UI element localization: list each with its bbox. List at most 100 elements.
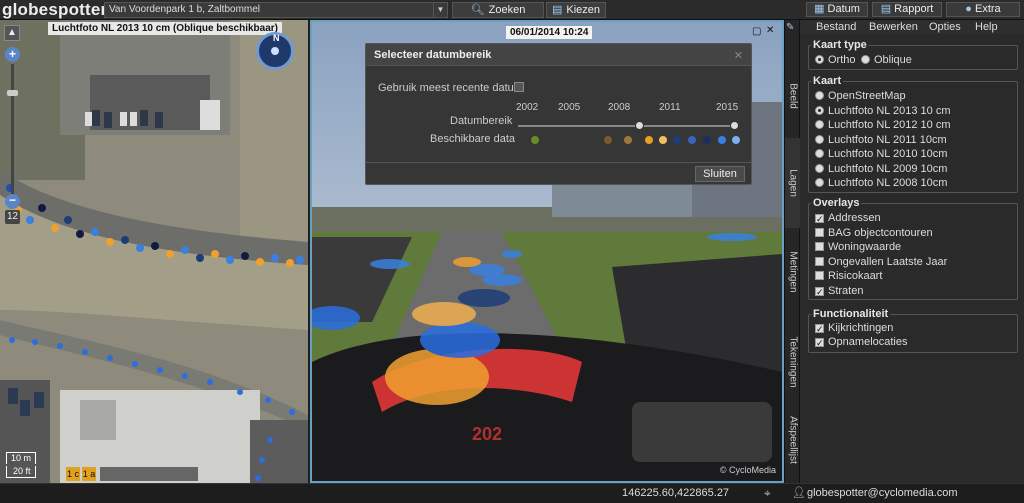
radio-luchtfoto-2011[interactable]: Luchtfoto NL 2011 10cm — [815, 134, 947, 146]
radio-ortho[interactable]: Ortho — [815, 54, 856, 66]
zoom-out-button[interactable]: − — [5, 194, 20, 209]
close-dialog-button[interactable]: Sluiten — [695, 166, 745, 182]
dialog-close-icon[interactable]: ✕ — [734, 49, 743, 62]
year-label-2011: 2011 — [659, 102, 681, 113]
choose-button-label: Kiezen — [566, 4, 601, 16]
menu-bestand[interactable]: Bestand — [816, 21, 856, 33]
scale-bar-metric: 10 m — [6, 452, 36, 464]
dialog-title: Selecteer datumbereik — [366, 44, 751, 66]
func-opnamelocaties[interactable]: ✓ Opnamelocaties — [815, 336, 908, 348]
crosshair-icon[interactable]: ⌖ — [764, 486, 771, 501]
year-label-2005: 2005 — [558, 102, 581, 113]
overlay-ongevallen[interactable]: Ongevallen Laatste Jaar — [815, 256, 947, 268]
zoom-slider-track[interactable] — [11, 64, 14, 204]
overlay-risicokaart[interactable]: Risicokaart — [815, 270, 882, 282]
overlay-straten[interactable]: ✓ Straten — [815, 285, 863, 297]
radio-luchtfoto-2010[interactable]: Luchtfoto NL 2010 10cm — [815, 148, 947, 160]
available-dot — [732, 136, 740, 144]
map-layer-group: Kaart OpenStreetMap Luchtfoto NL 2013 10… — [808, 75, 1018, 193]
tab-beeld[interactable]: Beeld — [785, 56, 801, 136]
map-view[interactable]: Luchtfoto NL 2013 10 cm (Oblique beschik… — [0, 20, 308, 483]
available-dot — [673, 136, 681, 144]
svg-text:202: 202 — [472, 424, 502, 444]
radio-luchtfoto-2013[interactable]: Luchtfoto NL 2013 10 cm — [815, 105, 951, 117]
compass-center — [271, 47, 279, 55]
radio-selected-icon — [815, 55, 824, 64]
status-bar: 146225.60,422865.27 ⌖ 👤︎ globespotter@cy… — [0, 483, 1024, 503]
year-label-2008: 2008 — [608, 102, 631, 113]
year-label-2002: 2002 — [516, 102, 539, 113]
coordinates-readout: 146225.60,422865.27 — [622, 487, 730, 499]
user-icon: 👤︎ — [792, 487, 806, 499]
range-slider-start-handle[interactable] — [635, 121, 644, 130]
radio-luchtfoto-2008[interactable]: Luchtfoto NL 2008 10cm — [815, 177, 947, 189]
overlays-group: Overlays ✓ Addressen BAG objectcontouren … — [808, 197, 1018, 300]
minimize-icon[interactable]: ▢ — [752, 26, 762, 37]
tab-metingen[interactable]: Metingen — [785, 228, 801, 316]
address-value: Van Voordenpark 1 b, Zaltbommel — [109, 4, 261, 15]
available-dot — [659, 136, 667, 144]
available-dot — [624, 136, 632, 144]
use-recent-checkbox[interactable] — [514, 82, 524, 92]
scale-bar-imperial: 20 ft — [6, 466, 36, 478]
report-button[interactable]: ▤ Rapport — [872, 2, 942, 17]
overlay-bag[interactable]: BAG objectcontouren — [815, 227, 933, 239]
range-slider-track[interactable] — [518, 125, 736, 127]
search-button[interactable]: 🔍︎ Zoeken — [452, 2, 544, 18]
choose-icon: ▤ — [551, 4, 563, 16]
available-label: Beschikbare data — [430, 133, 515, 145]
radio-luchtfoto-2012[interactable]: Luchtfoto NL 2012 10 cm — [815, 119, 951, 131]
pan-up-button[interactable]: ▲ — [4, 25, 20, 41]
zoom-level: 12 — [5, 210, 20, 224]
menu-help[interactable]: Help — [975, 21, 998, 33]
map-tools-strip[interactable] — [100, 467, 198, 481]
use-recent-label: Gebruik meest recente datum — [378, 82, 523, 94]
tab-tekeningen[interactable]: Tekeningen — [785, 316, 801, 408]
badge-1a[interactable]: 1 a — [82, 467, 96, 481]
func-kijkrichtingen[interactable]: ✓ Kijkrichtingen — [815, 322, 893, 334]
available-dot — [645, 136, 653, 144]
date-range-dialog: Selecteer datumbereik ✕ Gebruik meest re… — [365, 43, 752, 185]
radio-osm[interactable]: OpenStreetMap — [815, 90, 906, 102]
address-input[interactable]: Van Voordenpark 1 b, Zaltbommel ▼ — [104, 2, 448, 18]
app-logo: globespotter — [2, 0, 108, 19]
dialog-divider — [366, 162, 751, 163]
compass-icon[interactable]: N — [256, 32, 294, 70]
menu-opties[interactable]: Opties — [929, 21, 961, 33]
range-label: Datumbereik — [450, 115, 513, 127]
address-dropdown-icon[interactable]: ▼ — [433, 3, 447, 17]
pin-icon[interactable]: ✎ — [786, 22, 799, 35]
photo-timestamp: 06/01/2014 10:24 — [506, 26, 593, 39]
zoom-in-button[interactable]: + — [5, 47, 20, 62]
overlay-addressen[interactable]: ✓ Addressen — [815, 212, 881, 224]
extra-icon: ● — [965, 3, 975, 15]
date-button[interactable]: ▦ Datum — [806, 2, 868, 17]
tab-lagen[interactable]: Lagen — [785, 138, 801, 228]
available-dot — [604, 136, 612, 144]
map-layer-title: Kaart — [811, 75, 844, 87]
badge-1c[interactable]: 1 c — [66, 467, 80, 481]
menu-bar: Bestand Bewerken Opties Help — [800, 20, 1024, 34]
zoom-slider-handle[interactable] — [7, 90, 18, 96]
radio-luchtfoto-2009[interactable]: Luchtfoto NL 2009 10cm — [815, 163, 947, 175]
compass-north-label: N — [273, 33, 280, 43]
menu-bewerken[interactable]: Bewerken — [869, 21, 918, 33]
aerial-map — [0, 20, 308, 483]
available-dot — [718, 136, 726, 144]
watermark: © CycloMedia — [719, 465, 776, 475]
report-button-label: Rapport — [894, 3, 934, 15]
available-dot — [703, 136, 711, 144]
calendar-icon: ▦ — [814, 3, 828, 15]
map-layer-title: Luchtfoto NL 2013 10 cm (Oblique beschik… — [48, 22, 282, 35]
extra-button-label: Extra — [975, 3, 1001, 15]
functionality-title: Functionaliteit — [811, 308, 891, 320]
range-slider-end-handle[interactable] — [730, 121, 739, 130]
overlays-title: Overlays — [811, 197, 862, 209]
radio-oblique[interactable]: Oblique — [861, 54, 912, 66]
tab-afspeellijst[interactable]: Afspeellijst — [785, 408, 801, 472]
choose-button[interactable]: ▤ Kiezen — [546, 2, 606, 18]
extra-button[interactable]: ● Extra — [946, 2, 1020, 17]
close-icon[interactable]: ✕ — [766, 25, 776, 36]
map-type-group: Kaart type Ortho Oblique — [808, 39, 1018, 70]
overlay-woningwaarde[interactable]: Woningwaarde — [815, 241, 901, 253]
